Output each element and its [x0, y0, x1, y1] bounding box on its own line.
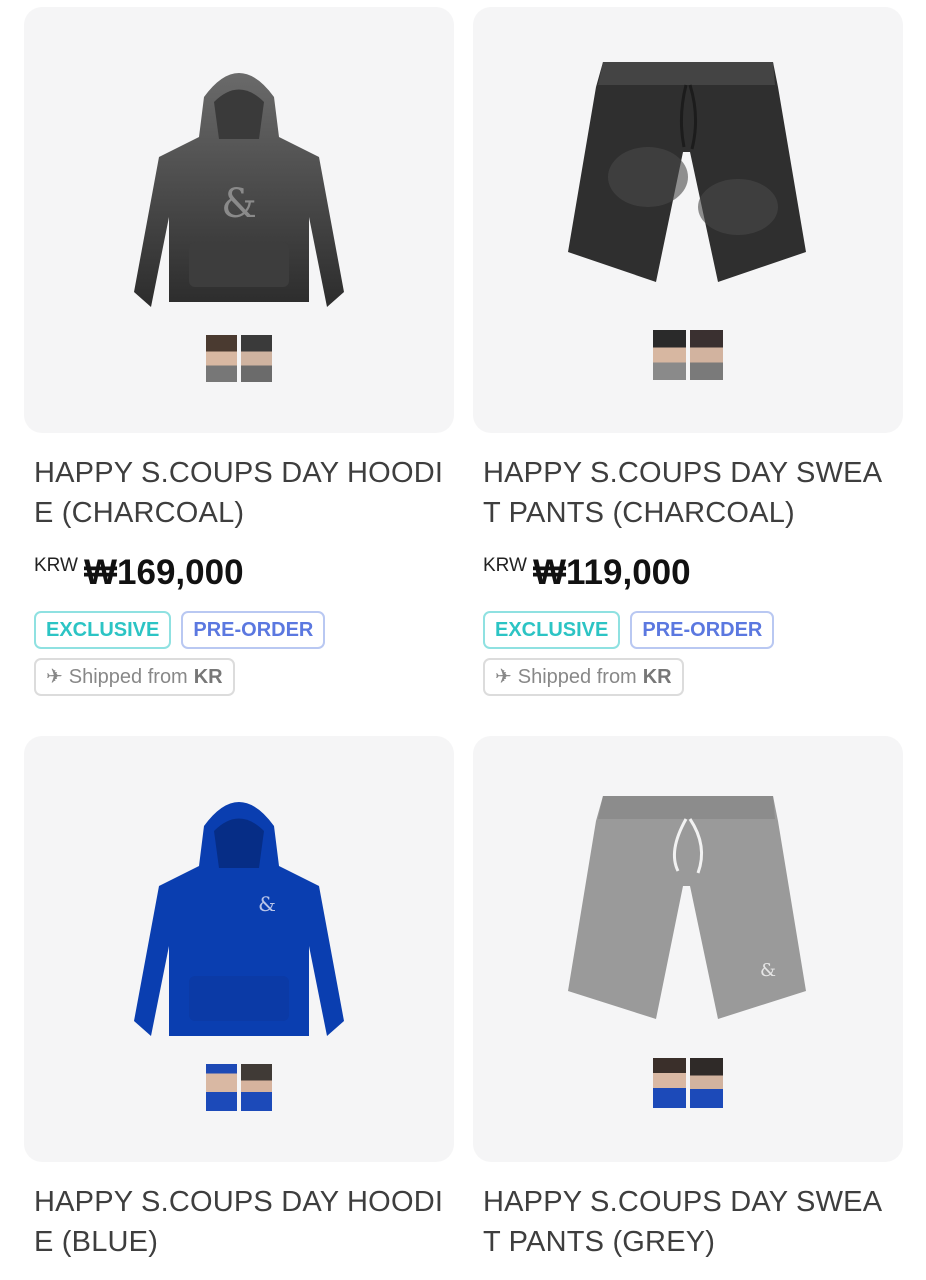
- exclusive-badge: EXCLUSIVE: [483, 611, 621, 649]
- preorder-badge: PRE-ORDER: [181, 611, 326, 649]
- product-title[interactable]: HAPPY S.COUPS DAY SWEAT PANTS (GREY): [483, 1182, 893, 1262]
- shorts-image: [568, 62, 806, 282]
- product-title[interactable]: HAPPY S.COUPS DAY SWEAT PANTS (CHARCOAL): [483, 453, 893, 533]
- shipping-prefix: Shipped from: [517, 666, 637, 688]
- product-image[interactable]: [473, 7, 903, 433]
- currency-label: KRW: [34, 555, 78, 576]
- badge-row: EXCLUSIVE PRE-ORDER: [483, 611, 775, 649]
- shipping-origin: KR: [193, 666, 223, 688]
- shorts-image: &: [568, 796, 806, 1019]
- member-photos: [653, 330, 723, 380]
- product-image[interactable]: &: [24, 7, 454, 433]
- shipping-origin: KR: [642, 666, 672, 688]
- svg-text:&: &: [221, 181, 257, 227]
- product-price: KRW ₩119,000: [483, 549, 691, 597]
- shipping-prefix: Shipped from: [68, 666, 188, 688]
- member-photos: [206, 335, 272, 382]
- svg-text:&: &: [258, 892, 276, 916]
- shipping-badge: ✈ Shipped from KR: [34, 658, 235, 696]
- preorder-badge: PRE-ORDER: [630, 611, 775, 649]
- exclusive-badge: EXCLUSIVE: [34, 611, 172, 649]
- product-image[interactable]: &: [24, 736, 454, 1162]
- svg-text:&: &: [760, 960, 776, 981]
- price-amount: ₩119,000: [532, 553, 691, 592]
- product-title[interactable]: HAPPY S.COUPS DAY HOODIE (CHARCOAL): [34, 453, 444, 533]
- product-price: KRW ₩169,000: [34, 549, 244, 597]
- badge-row: EXCLUSIVE PRE-ORDER: [34, 611, 326, 649]
- airplane-icon: ✈: [495, 666, 512, 688]
- currency-label: KRW: [483, 555, 527, 576]
- product-title[interactable]: HAPPY S.COUPS DAY HOODIE (BLUE): [34, 1182, 444, 1262]
- hoodie-image: &: [134, 802, 344, 1036]
- price-amount: ₩169,000: [83, 553, 244, 592]
- shipping-badge: ✈ Shipped from KR: [483, 658, 684, 696]
- member-photos: [206, 1064, 272, 1111]
- product-image[interactable]: &: [473, 736, 903, 1162]
- hoodie-image: &: [134, 73, 344, 307]
- airplane-icon: ✈: [46, 666, 63, 688]
- member-photos: [653, 1058, 723, 1108]
